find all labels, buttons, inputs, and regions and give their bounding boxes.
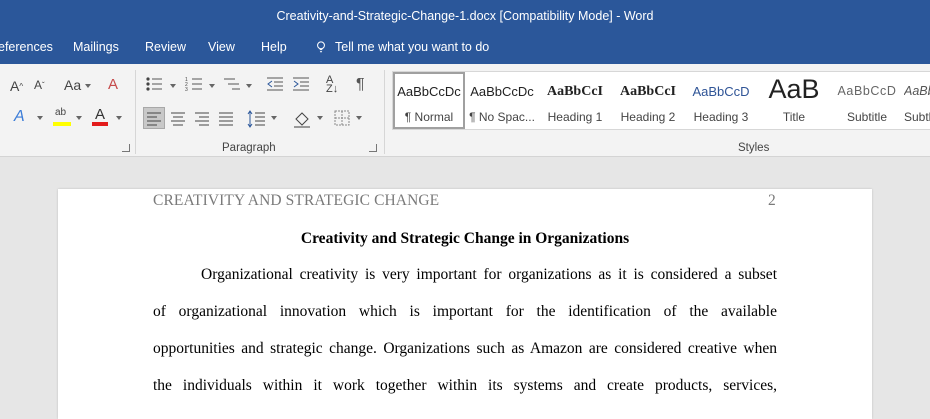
- decrease-indent-icon[interactable]: [266, 76, 284, 92]
- paragraph-group-label: Paragraph: [222, 142, 276, 154]
- borders-dropdown-icon[interactable]: [356, 116, 362, 120]
- tell-me-search[interactable]: Tell me what you want to do: [316, 40, 489, 54]
- text-effects-dropdown-icon[interactable]: [37, 116, 43, 120]
- paragraph-dialog-launcher-icon[interactable]: [369, 144, 377, 152]
- tab-review[interactable]: Review: [145, 40, 186, 54]
- group-separator: [135, 70, 136, 154]
- bullets-dropdown-icon[interactable]: [170, 84, 176, 88]
- show-formatting-marks-icon[interactable]: ¶: [356, 76, 365, 94]
- font-color-icon[interactable]: A: [92, 106, 108, 126]
- style-preview: AaBbCcD: [837, 84, 897, 98]
- window-title: Creativity-and-Strategic-Change-1.docx […: [276, 9, 654, 23]
- style-name: Subtitle: [846, 110, 888, 124]
- multilevel-list-icon[interactable]: [223, 76, 241, 92]
- tab-view[interactable]: View: [208, 40, 235, 54]
- shading-icon[interactable]: [292, 109, 312, 129]
- style-name: Heading 2: [620, 110, 676, 124]
- style-heading-2[interactable]: AaBbCcI Heading 2: [612, 72, 684, 129]
- font-color-swatch: [92, 122, 108, 126]
- style-preview: AaBbCcDc: [470, 84, 534, 99]
- styles-gallery: AaBbCcDc ¶ Normal AaBbCcDc ¶ No Spac... …: [392, 71, 930, 130]
- multilevel-dropdown-icon[interactable]: [246, 84, 252, 88]
- style-preview: AaBbCcI: [619, 84, 676, 99]
- highlight-icon[interactable]: ab: [53, 107, 71, 127]
- group-separator: [384, 70, 385, 154]
- style-normal[interactable]: AaBbCcDc ¶ Normal: [393, 72, 465, 129]
- ribbon-tabs: eferences Mailings Review View Help Tell…: [0, 32, 930, 64]
- style-preview: AaBbCcD: [692, 84, 750, 99]
- clear-formatting-icon[interactable]: A: [108, 76, 118, 93]
- style-name: ¶ Normal: [404, 110, 454, 124]
- style-name: ¶ No Spac...: [469, 110, 535, 124]
- grow-font-icon[interactable]: A ^: [10, 78, 23, 94]
- font-dialog-launcher-icon[interactable]: [122, 144, 130, 152]
- shading-dropdown-icon[interactable]: [317, 116, 323, 120]
- page-number: 2: [768, 192, 776, 209]
- style-no-spacing[interactable]: AaBbCcDc ¶ No Spac...: [466, 72, 538, 129]
- style-preview: AaB: [768, 74, 820, 104]
- ribbon: A ^ Aˇ Aa A A ab A 1 2 3 A Z↓ ¶ Paragrap…: [0, 64, 930, 157]
- font-color-dropdown-icon[interactable]: [116, 116, 122, 120]
- tab-references[interactable]: eferences: [0, 40, 53, 54]
- style-preview: AaBbCcI: [546, 84, 603, 99]
- highlight-dropdown-icon[interactable]: [76, 116, 82, 120]
- numbering-icon[interactable]: 1 2 3: [185, 76, 203, 92]
- line-spacing-dropdown-icon[interactable]: [271, 116, 277, 120]
- document-title: Creativity and Strategic Change in Organ…: [300, 230, 630, 247]
- text-effects-icon[interactable]: A: [14, 108, 25, 126]
- justify-icon[interactable]: [216, 109, 236, 129]
- body-line: the individuals within it work together …: [153, 377, 777, 394]
- increase-indent-icon[interactable]: [292, 76, 310, 92]
- style-name: Heading 3: [693, 110, 749, 124]
- style-name: Title: [782, 110, 806, 124]
- tab-help[interactable]: Help: [261, 40, 287, 54]
- shrink-font-icon[interactable]: Aˇ: [34, 78, 45, 92]
- highlight-color-swatch: [53, 122, 71, 126]
- bullets-icon[interactable]: [145, 76, 163, 92]
- style-heading-1[interactable]: AaBbCcI Heading 1: [539, 72, 611, 129]
- borders-icon[interactable]: [333, 109, 351, 127]
- document-page[interactable]: CREATIVITY AND STRATEGIC CHANGE 2 Creati…: [58, 189, 872, 419]
- svg-text:3: 3: [185, 87, 188, 92]
- title-bar: Creativity-and-Strategic-Change-1.docx […: [0, 0, 930, 32]
- align-right-icon[interactable]: [192, 109, 212, 129]
- align-left-button[interactable]: [143, 107, 165, 129]
- body-line: opportunities and strategic change. Orga…: [153, 340, 777, 357]
- sort-icon[interactable]: A Z↓: [326, 75, 338, 95]
- body-line: Organizational creativity is very import…: [201, 266, 777, 283]
- change-case-dropdown-icon[interactable]: [85, 84, 91, 88]
- running-header: CREATIVITY AND STRATEGIC CHANGE: [153, 192, 440, 209]
- style-heading-3[interactable]: AaBbCcD Heading 3: [685, 72, 757, 129]
- style-name: Subtl: [904, 110, 930, 124]
- numbering-dropdown-icon[interactable]: [209, 84, 215, 88]
- tell-me-label: Tell me what you want to do: [335, 40, 490, 54]
- line-spacing-icon[interactable]: [247, 109, 267, 129]
- style-title[interactable]: AaB Title: [758, 72, 830, 129]
- style-subtitle[interactable]: AaBbCcD Subtitle: [831, 72, 903, 129]
- style-preview: AaBbCcDc: [397, 84, 461, 99]
- tab-mailings[interactable]: Mailings: [73, 40, 119, 54]
- body-line: of organizational innovation which is im…: [153, 303, 777, 320]
- style-name: Heading 1: [547, 110, 603, 124]
- change-case-button[interactable]: Aa: [64, 77, 81, 93]
- lightbulb-icon: [317, 41, 325, 53]
- style-subtle-emphasis[interactable]: AaBb Subtl: [904, 72, 930, 129]
- style-preview: AaBb: [904, 84, 930, 98]
- styles-group-label: Styles: [738, 142, 770, 154]
- align-center-icon[interactable]: [168, 109, 188, 129]
